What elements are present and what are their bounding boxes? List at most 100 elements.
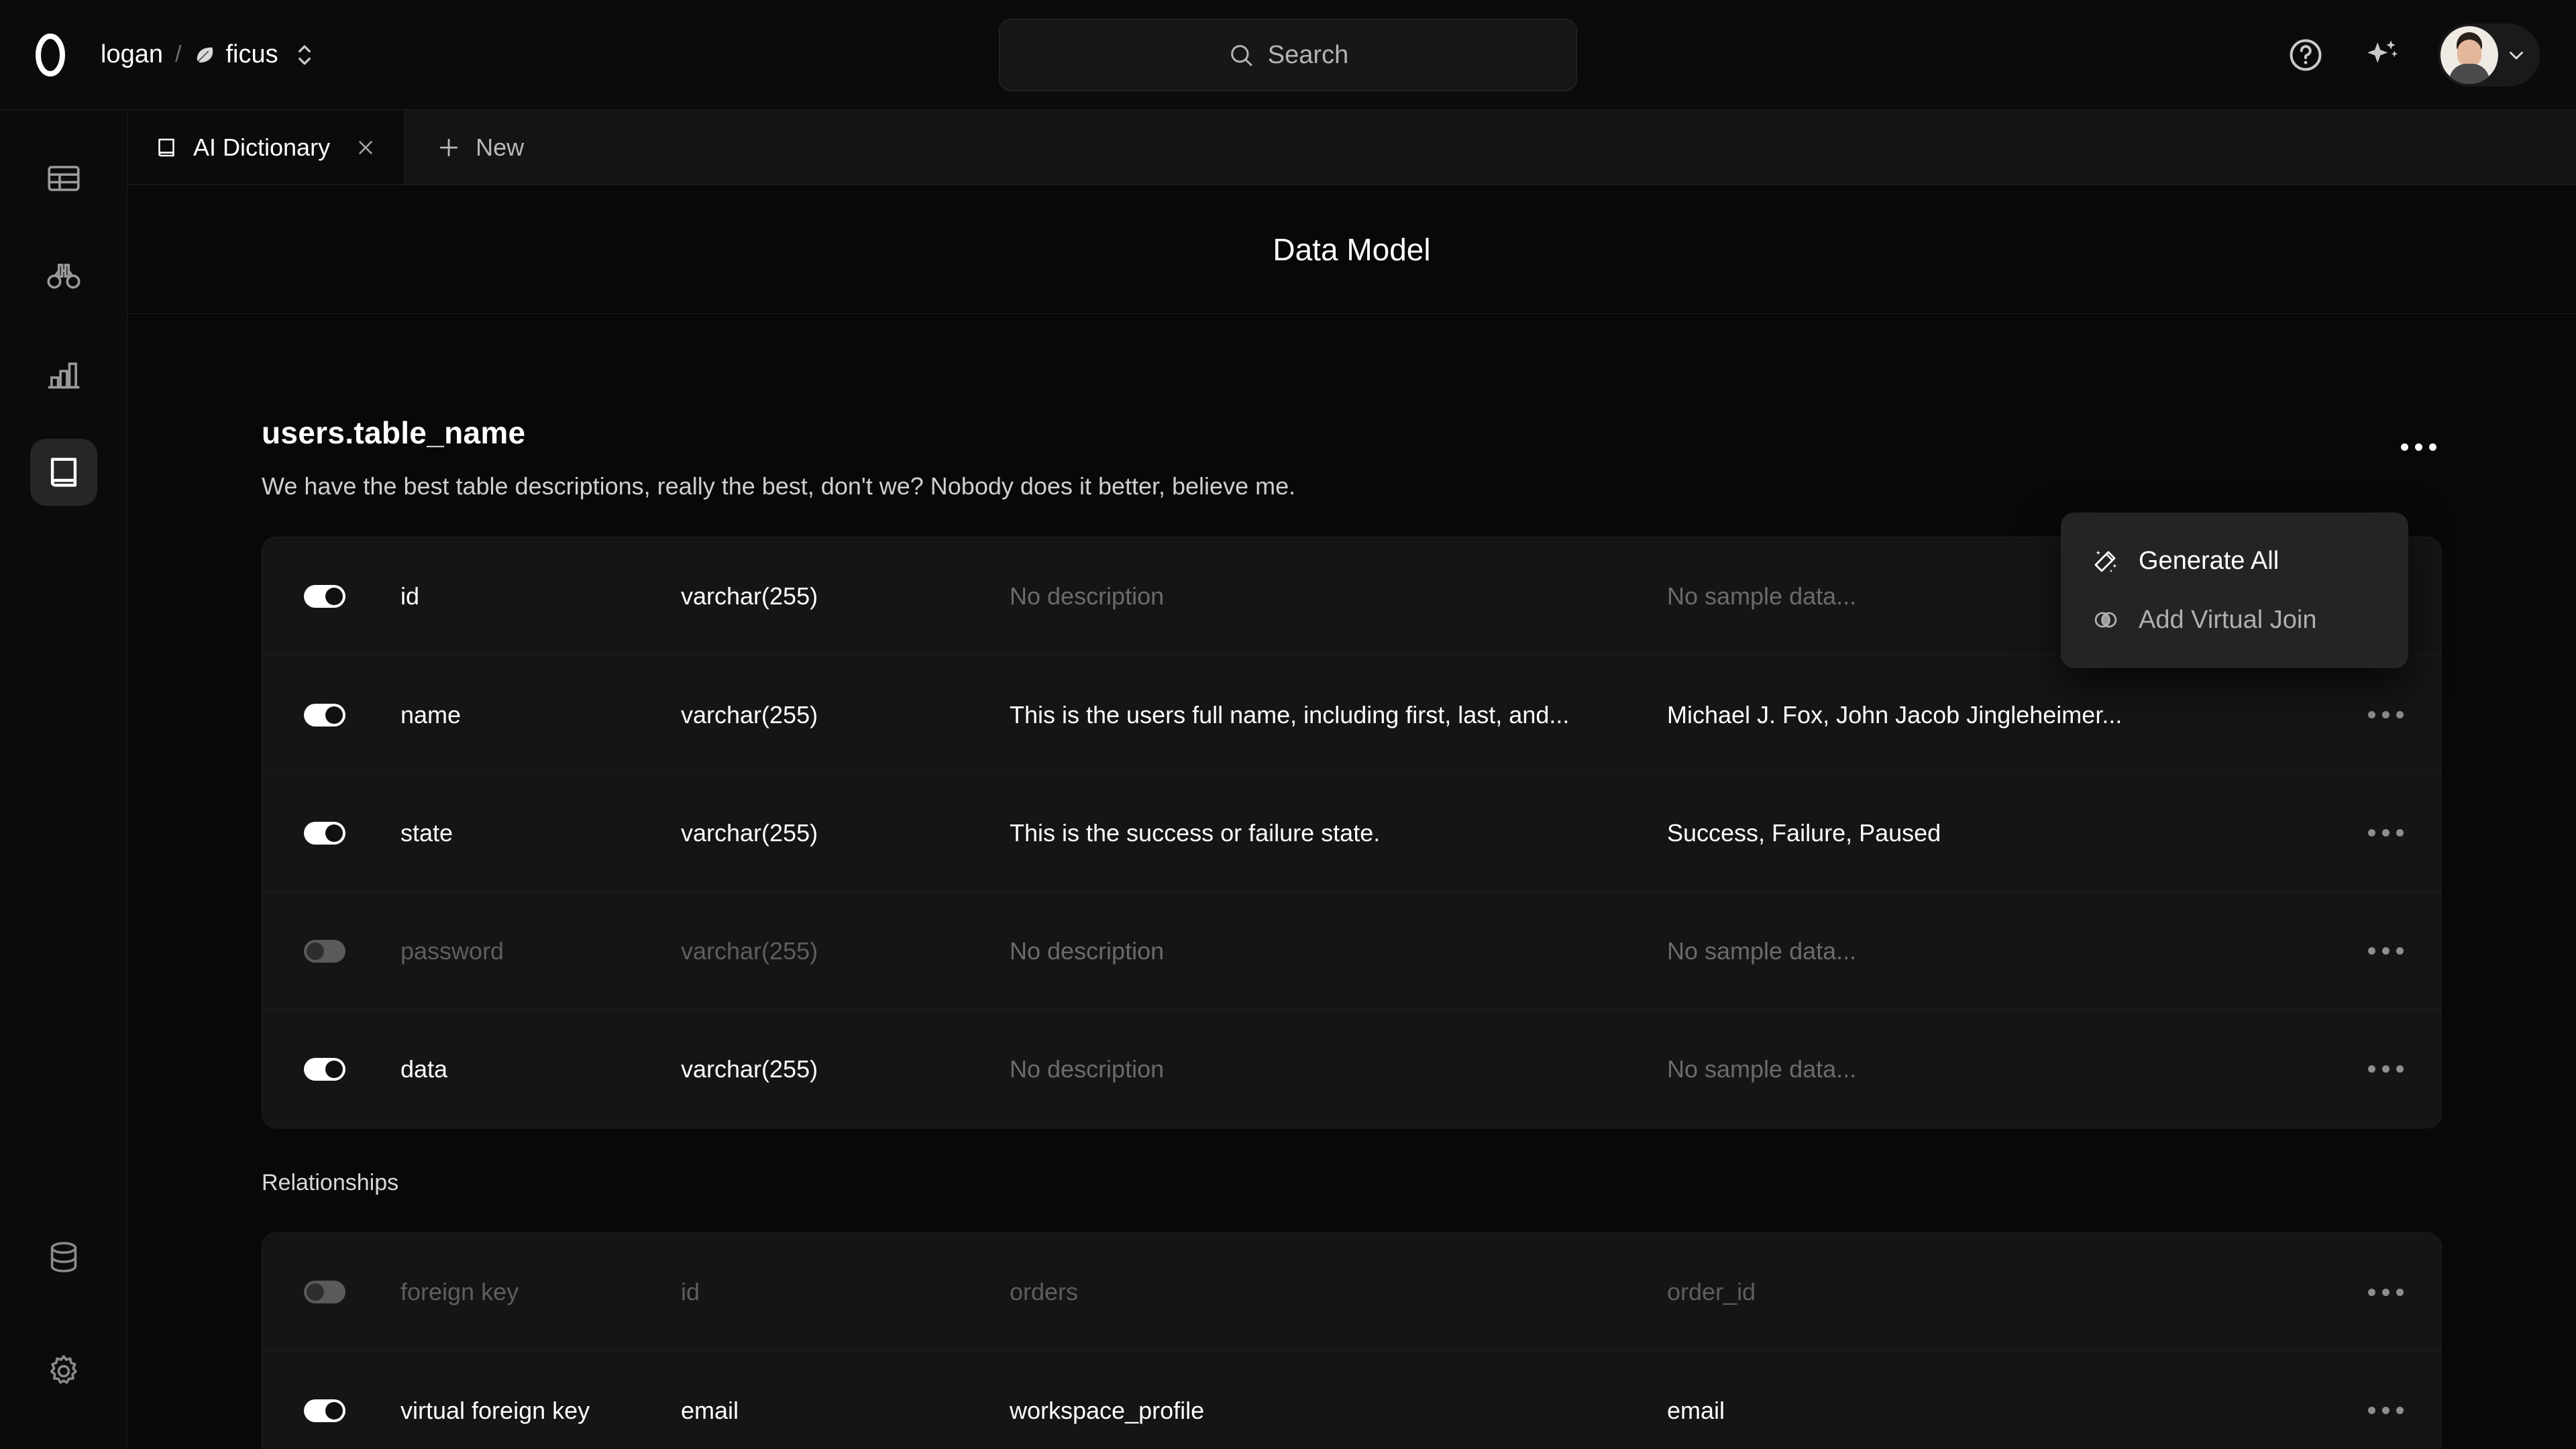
more-horizontal-icon — [2401, 443, 2436, 451]
ring-logo-icon — [34, 34, 66, 76]
column-enabled-toggle[interactable] — [304, 822, 345, 845]
sidebar-item-dictionary[interactable] — [30, 439, 97, 506]
table-row[interactable]: namevarchar(255)This is the users full n… — [262, 655, 2441, 773]
book-icon — [154, 136, 178, 160]
column-description: This is the success or failure state. — [1010, 819, 1667, 847]
bar-chart-icon — [44, 355, 83, 394]
database-icon — [44, 1238, 83, 1277]
avatar — [2440, 26, 2498, 84]
column-sample-data: Success, Failure, Paused — [1667, 819, 2345, 847]
left-sidebar — [0, 110, 127, 1449]
relationship-row[interactable]: virtual foreign keyemailworkspace_profil… — [262, 1351, 2441, 1449]
column-type: varchar(255) — [681, 819, 1010, 847]
column-menu-button[interactable] — [2362, 1065, 2409, 1073]
table-row[interactable]: statevarchar(255)This is the success or … — [262, 773, 2441, 892]
relationships-table: foreign keyidordersorder_idvirtual forei… — [262, 1232, 2442, 1449]
close-icon[interactable] — [354, 136, 377, 159]
sparkle-icon — [2363, 36, 2402, 74]
breadcrumb-project-label: ficus — [225, 40, 278, 69]
chevron-up-down-icon[interactable] — [294, 40, 315, 70]
relationship-row[interactable]: foreign keyidordersorder_id — [262, 1233, 2441, 1351]
menu-item-generate-all[interactable]: Generate All — [2061, 531, 2408, 590]
relationship-column: email — [681, 1397, 1010, 1425]
more-horizontal-icon — [2368, 1289, 2404, 1296]
column-enabled-toggle[interactable] — [304, 1058, 345, 1081]
ai-assistant-button[interactable] — [2361, 34, 2403, 76]
tab-bar: AI Dictionary New — [127, 110, 2576, 185]
column-description: No description — [1010, 582, 1667, 610]
column-enabled-toggle[interactable] — [304, 704, 345, 727]
table-context-menu: Generate All Add Virtual Join — [2061, 513, 2408, 668]
table-row[interactable]: datavarchar(255)No descriptionNo sample … — [262, 1010, 2441, 1128]
more-horizontal-icon — [2368, 1065, 2404, 1073]
column-description: No description — [1010, 1055, 1667, 1083]
relationship-target-table: orders — [1010, 1278, 1667, 1306]
top-bar: logan / ficus Search — [0, 0, 2576, 110]
sidebar-bottom-items — [30, 1224, 97, 1449]
column-name: password — [345, 937, 681, 965]
column-enabled-toggle[interactable] — [304, 585, 345, 608]
app-logo[interactable] — [0, 34, 101, 76]
breadcrumb-org[interactable]: logan — [101, 40, 163, 69]
sidebar-item-settings[interactable] — [30, 1338, 97, 1405]
sidebar-item-database[interactable] — [30, 1224, 97, 1291]
breadcrumb-project[interactable]: ficus — [193, 40, 278, 69]
table-description: We have the best table descriptions, rea… — [262, 472, 1295, 500]
column-description: This is the users full name, including f… — [1010, 701, 1667, 729]
menu-item-add-virtual-join[interactable]: Add Virtual Join — [2061, 590, 2408, 649]
main-content: users.table_name We have the best table … — [127, 314, 2576, 1449]
column-enabled-toggle[interactable] — [304, 1281, 345, 1303]
magic-wand-icon — [2092, 547, 2120, 575]
relationship-type: virtual foreign key — [345, 1397, 681, 1425]
table-row[interactable]: passwordvarchar(255)No descriptionNo sam… — [262, 892, 2441, 1010]
menu-item-label: Add Virtual Join — [2139, 606, 2316, 635]
column-description: No description — [1010, 937, 1667, 965]
column-sample-data: Michael J. Fox, John Jacob Jingleheimer.… — [1667, 701, 2345, 729]
table-menu-button[interactable] — [2395, 432, 2442, 462]
sidebar-item-explore[interactable] — [30, 243, 97, 310]
new-tab-button[interactable]: New — [405, 110, 555, 184]
relationship-type: foreign key — [345, 1278, 681, 1306]
account-menu-button[interactable] — [2438, 23, 2540, 87]
column-name: id — [345, 582, 681, 610]
help-button[interactable] — [2285, 34, 2326, 76]
column-type: varchar(255) — [681, 1055, 1010, 1083]
column-name: state — [345, 819, 681, 847]
binoculars-icon — [44, 257, 83, 296]
relationship-target-column: email — [1667, 1397, 2345, 1425]
sidebar-primary-items — [30, 110, 97, 506]
menu-item-label: Generate All — [2139, 547, 2279, 576]
tab-label: AI Dictionary — [193, 133, 330, 162]
sidebar-item-charts[interactable] — [30, 341, 97, 408]
question-circle-icon — [2287, 36, 2324, 74]
more-horizontal-icon — [2368, 1407, 2404, 1414]
tab-ai-dictionary[interactable]: AI Dictionary — [127, 110, 405, 184]
column-sample-data: No sample data... — [1667, 1055, 2345, 1083]
page-header: Data Model — [127, 185, 2576, 314]
breadcrumb: logan / ficus — [101, 40, 315, 70]
column-name: name — [345, 701, 681, 729]
relationship-menu-button[interactable] — [2362, 1407, 2409, 1414]
relationship-column: id — [681, 1278, 1010, 1306]
relationship-target-column: order_id — [1667, 1278, 2345, 1306]
column-enabled-toggle[interactable] — [304, 1399, 345, 1422]
search-icon — [1228, 42, 1254, 68]
column-type: varchar(255) — [681, 937, 1010, 965]
more-horizontal-icon — [2368, 829, 2404, 837]
table-name: users.table_name — [262, 415, 1295, 451]
top-bar-actions — [2285, 0, 2540, 110]
column-enabled-toggle[interactable] — [304, 940, 345, 963]
column-menu-button[interactable] — [2362, 711, 2409, 718]
new-tab-label: New — [476, 133, 524, 162]
column-menu-button[interactable] — [2362, 947, 2409, 955]
relationship-menu-button[interactable] — [2362, 1289, 2409, 1296]
more-horizontal-icon — [2368, 947, 2404, 955]
column-menu-button[interactable] — [2362, 829, 2409, 837]
sidebar-item-tables[interactable] — [30, 145, 97, 212]
book-icon — [44, 453, 83, 492]
column-name: data — [345, 1055, 681, 1083]
data-model-section: users.table_name We have the best table … — [127, 314, 2576, 1449]
table-header: users.table_name We have the best table … — [262, 415, 2442, 500]
leaf-icon — [193, 44, 216, 66]
search-input[interactable]: Search — [999, 19, 1577, 91]
